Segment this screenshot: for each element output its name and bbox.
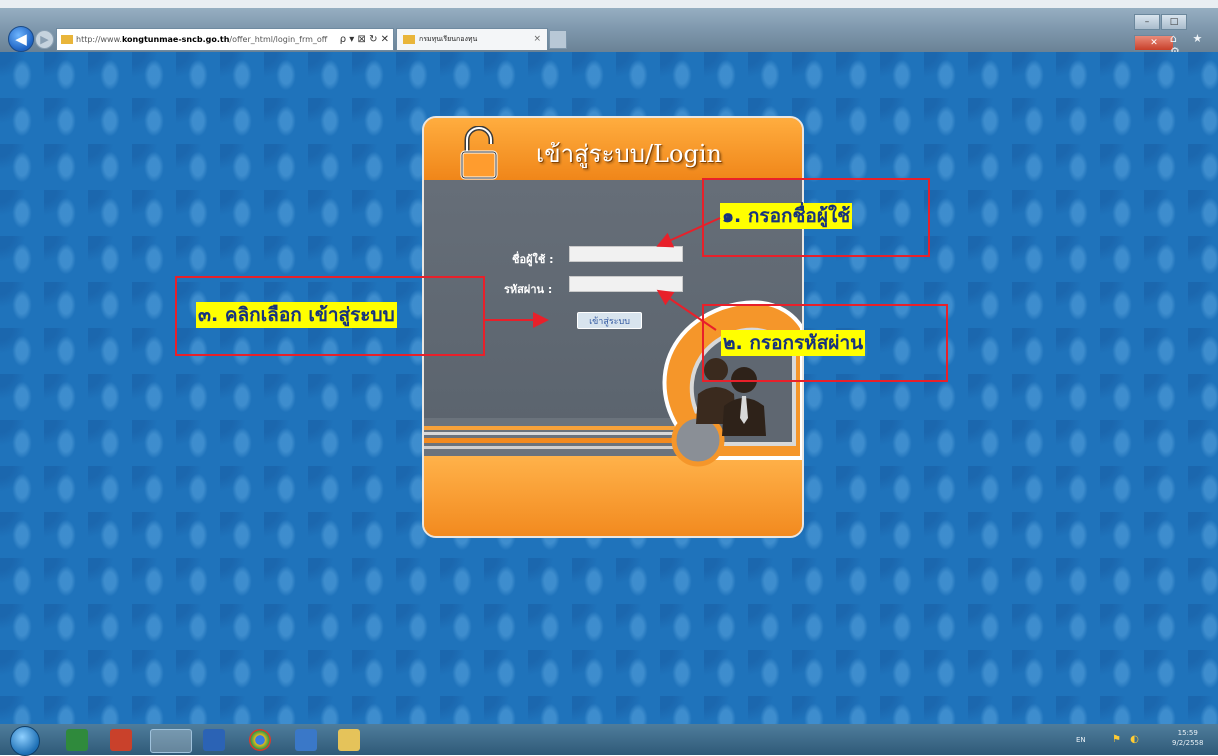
windows-taskbar: EN ⚑ ◐ 15:59 9/2/2558 (0, 724, 1218, 756)
system-tray: EN ⚑ ◐ 15:59 9/2/2558 (1076, 728, 1218, 752)
address-tools[interactable]: ρ ▾ ⊠ ↻ ✕ (340, 29, 389, 50)
maximize-button[interactable]: □ (1161, 14, 1187, 30)
password-label: รหัสผ่าน : (504, 283, 553, 296)
clock[interactable]: 15:59 9/2/2558 (1172, 728, 1203, 748)
minimize-button[interactable]: – (1134, 14, 1160, 30)
padlock-icon (460, 126, 498, 180)
back-button[interactable]: ◀ (8, 26, 34, 52)
back-arrow-icon: ◀ (15, 30, 27, 48)
tab-favicon-icon (403, 34, 415, 44)
annotation-step2-box: ๒. กรอกรหัสผ่าน (702, 304, 948, 382)
annotation-step3-box: ๓. คลิกเลือก เข้าสู่ระบบ (175, 276, 485, 356)
start-button[interactable] (10, 726, 40, 756)
annotation-step3-text: ๓. คลิกเลือก เข้าสู่ระบบ (196, 302, 397, 328)
login-card-footer (424, 456, 802, 536)
login-card-header: เข้าสู่ระบบ/Login (424, 118, 802, 180)
address-prefix: http://www. (76, 35, 122, 44)
window-controls: – □ ✕ (1134, 9, 1218, 51)
forward-button[interactable]: ▶ (35, 30, 54, 49)
browser-tab[interactable]: กรมทุนเรียนกองทุน × (396, 28, 548, 50)
tab-title: กรมทุนเรียนกองทุน (419, 35, 478, 43)
browser-toolbar: ◀ ▶ http://www.kongtunmae-sncb.go.th/off… (0, 0, 1218, 58)
address-bar[interactable]: http://www.kongtunmae-sncb.go.th/offer_h… (56, 28, 394, 51)
username-label: ชื่อผู้ใช้ : (512, 253, 554, 266)
annotation-step1-box: ๑. กรอกชื่อผู้ใช้ (702, 178, 930, 257)
login-title: เข้าสู่ระบบ/Login (536, 140, 722, 168)
username-input[interactable] (569, 246, 683, 262)
forward-arrow-icon: ▶ (40, 33, 49, 46)
annotation-step2-text: ๒. กรอกรหัสผ่าน (721, 330, 866, 356)
internet-explorer-icon[interactable] (150, 729, 192, 753)
app-window-icon[interactable] (295, 729, 317, 751)
chrome-icon[interactable] (249, 729, 271, 751)
page-background: เข้าสู่ระบบ/Login ชื่อผู้ใช้ : รหัสผ่าน … (0, 52, 1218, 724)
clock-date: 9/2/2558 (1172, 739, 1204, 747)
tray-icons[interactable]: ⚑ ◐ (1112, 734, 1142, 745)
address-path: /offer_html/login_frm_off (229, 35, 328, 44)
address-host: kongtunmae-sncb.go.th (121, 35, 230, 44)
notepad-icon[interactable] (338, 729, 360, 751)
tab-close-icon[interactable]: × (533, 29, 541, 50)
clock-time: 15:59 (1177, 729, 1198, 737)
word-icon[interactable] (203, 729, 225, 751)
language-indicator[interactable]: EN (1076, 736, 1086, 744)
annotation-step1-text: ๑. กรอกชื่อผู้ใช้ (720, 203, 853, 229)
site-favicon-icon (61, 35, 73, 44)
powerpoint-icon[interactable] (110, 729, 132, 751)
new-tab-button[interactable] (549, 30, 567, 49)
excel-icon[interactable] (66, 729, 88, 751)
close-window-button[interactable]: ✕ (1134, 35, 1174, 51)
toolbar-top-strip (0, 0, 1218, 8)
